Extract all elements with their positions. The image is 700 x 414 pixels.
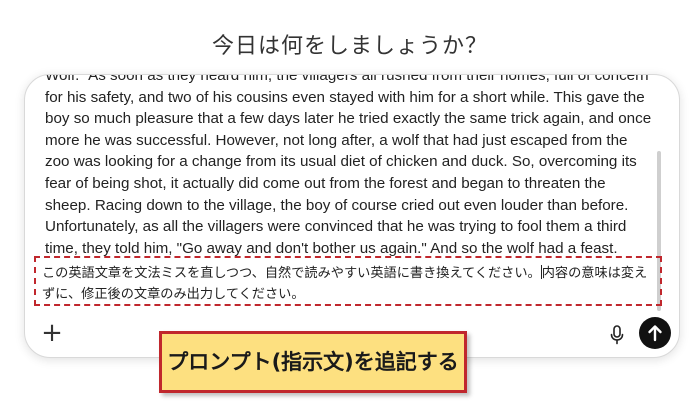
microphone-icon[interactable]: [609, 325, 625, 345]
chat-composer: Wolf." As soon as they heard him, the vi…: [24, 74, 680, 358]
plus-icon[interactable]: +: [39, 320, 65, 346]
prompt-text-part1: この英語文章を文法ミスを直しつつ、自然で読みやすい英語に書き換えてください。: [42, 266, 541, 281]
added-prompt-highlight[interactable]: この英語文章を文法ミスを直しつつ、自然で読みやすい英語に書き換えてください。内容…: [34, 256, 662, 306]
arrow-up-icon: [648, 325, 662, 342]
page: 今日は何をしましょうか？ Wolf." As soon as they hear…: [0, 0, 700, 414]
english-source-text: Wolf." As soon as they heard him, the vi…: [45, 75, 652, 257]
annotation-callout: プロンプト(指示文)を追記する: [159, 331, 467, 393]
send-button[interactable]: [639, 317, 671, 349]
page-title: 今日は何をしましょうか？: [211, 34, 488, 59]
